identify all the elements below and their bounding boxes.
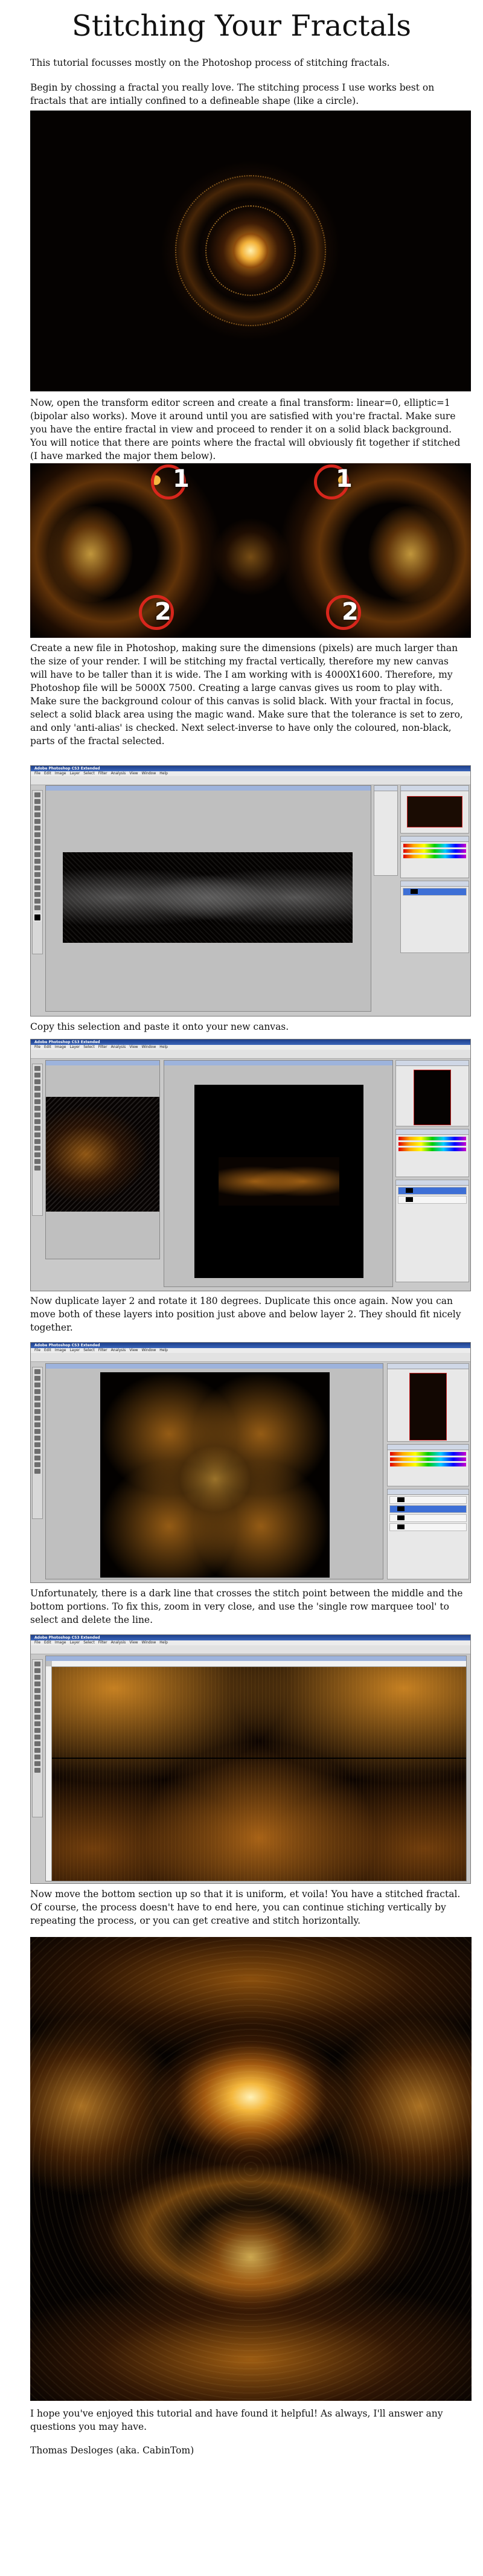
- closing-paragraph: I hope you've enjoyed this tutorial and …: [30, 2408, 443, 2432]
- layers-panel: [400, 881, 469, 953]
- color-panel: [387, 1444, 469, 1486]
- author-signature: Thomas Desloges (aka. CabinTom): [30, 2445, 194, 2456]
- choose-fractal-paragraph: Begin by chossing a fractal you really l…: [30, 82, 435, 106]
- document-window: [45, 1656, 467, 1881]
- transform-paragraph: Now, open the transform editor screen an…: [30, 397, 461, 461]
- color-panel: [395, 1129, 469, 1177]
- new-canvas-window: [164, 1060, 393, 1287]
- navigator-panel: [387, 1363, 469, 1442]
- duplicate-layer-paragraph: Now duplicate layer 2 and rotate it 180 …: [30, 1296, 461, 1333]
- intro-paragraph: This tutorial focusses mostly on the Pho…: [30, 57, 390, 68]
- menu-bar: File Edit Image Layer Select Filter Analysis Vi…: [31, 1045, 470, 1050]
- new-file-paragraph: Create a new file in Photoshop, making s…: [30, 643, 463, 747]
- layers-panel: [387, 1489, 469, 1579]
- finish-paragraph: Now move the bottom section up so that i…: [30, 1889, 461, 1926]
- tools-panel: [32, 1064, 43, 1216]
- stitch-marker-label: 2: [155, 598, 171, 626]
- final-stitched-fractal-image: [30, 1937, 472, 2401]
- tools-panel: [32, 1659, 43, 1817]
- fractal-render-image: [30, 111, 471, 391]
- menu-bar: File Edit Image Layer Select Filter Analysis Vi…: [31, 1348, 470, 1353]
- stitch-marker-label: 2: [342, 598, 359, 626]
- tools-panel: [32, 790, 43, 954]
- history-panel: [374, 785, 398, 876]
- page-title: Stitching Your Fractals: [71, 9, 412, 43]
- photoshop-screenshot-duplicate: Adobe Photoshop CS3 Extended File Edit Ima…: [30, 1342, 471, 1583]
- layers-panel: [395, 1180, 469, 1282]
- document-window: [45, 1363, 383, 1579]
- photoshop-screenshot-paste: Adobe Photoshop CS3 Extended File Edit Ima…: [30, 1039, 471, 1291]
- dark-line-paragraph: Unfortunately, there is a dark line that…: [30, 1588, 463, 1625]
- menu-bar: File Edit Image Layer Select Filter Analysis Vi…: [31, 1640, 470, 1645]
- source-document-window: [45, 1060, 160, 1259]
- document-window: [45, 785, 371, 1012]
- stitch-marker-label: 1: [336, 465, 353, 493]
- menu-bar: File Edit Image Layer Select Filter Analysis Vi…: [31, 771, 470, 776]
- photoshop-screenshot-selection: Adobe Photoshop CS3 Extended File Edit Ima…: [30, 765, 471, 1017]
- navigator-panel: [400, 785, 469, 834]
- copy-paste-paragraph: Copy this selection and paste it onto yo…: [30, 1021, 289, 1032]
- photoshop-screenshot-zoom: Adobe Photoshop CS3 Extended File Edit Ima…: [30, 1634, 471, 1884]
- tools-panel: [32, 1367, 43, 1519]
- options-bar: [31, 776, 470, 785]
- stitch-marker-label: 1: [173, 465, 190, 493]
- stitch-seam-line: [52, 1758, 466, 1759]
- app-title: Adobe Photoshop CS3 Extended: [34, 766, 100, 771]
- navigator-panel: [395, 1060, 469, 1126]
- color-panel: [400, 836, 469, 878]
- elliptic-render-image: 1 1 2 2: [30, 463, 471, 638]
